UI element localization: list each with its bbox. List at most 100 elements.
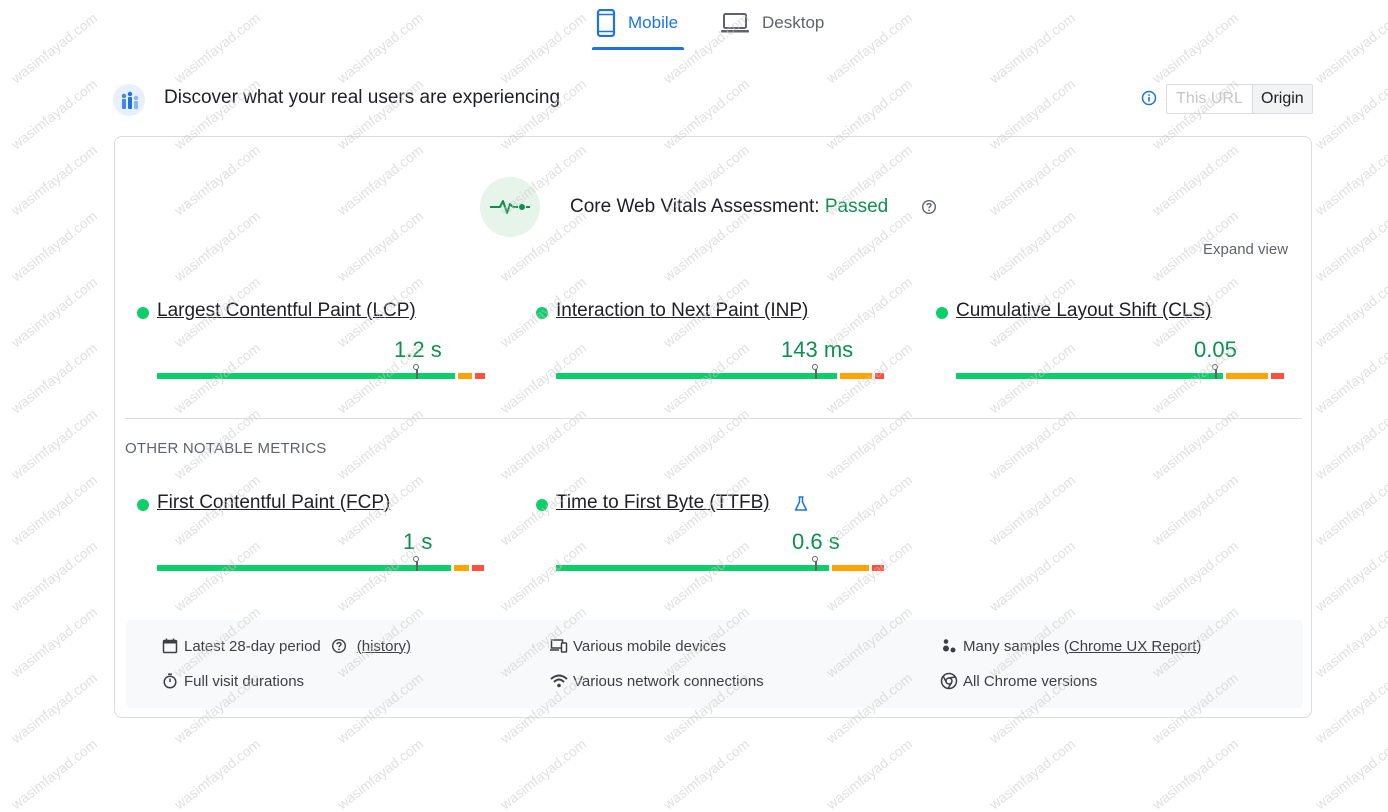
metric-value: 1 s — [403, 529, 433, 554]
watermark-text: wasimfayad.com — [8, 471, 101, 549]
watermark-text: wasimfayad.com — [1312, 273, 1388, 351]
this-url-option[interactable]: This URL — [1167, 85, 1252, 113]
metric-ttfb: Time to First Byte (TTFB) 0.6 s — [536, 492, 884, 582]
page-title: Discover what your real users are experi… — [164, 87, 561, 108]
percentile-marker — [413, 556, 419, 571]
phone-icon — [596, 9, 616, 37]
metric-value: 1.2 s — [394, 337, 442, 362]
status-dot — [536, 307, 548, 319]
percentile-marker — [413, 364, 419, 379]
needs-improvement-segment — [840, 373, 872, 379]
footer-durations: Full visit durations — [161, 672, 304, 690]
poor-segment — [1271, 373, 1284, 379]
network-text: Various network connections — [573, 672, 764, 690]
good-segment — [556, 565, 829, 571]
durations-text: Full visit durations — [184, 672, 305, 690]
distribution-bar — [556, 364, 884, 379]
url-origin-toggle: This URL Origin — [1166, 84, 1313, 114]
metric-name[interactable]: Cumulative Layout Shift (CLS) — [956, 300, 1212, 322]
watermark-text: wasimfayad.com — [823, 9, 916, 87]
experimental-flask-icon[interactable] — [794, 496, 808, 517]
needs-improvement-segment — [832, 565, 869, 571]
status-dot — [137, 307, 149, 319]
tab-mobile[interactable]: Mobile — [592, 0, 684, 50]
watermark-text: wasimfayad.com — [334, 735, 427, 812]
metric-name[interactable]: First Contentful Paint (FCP) — [157, 492, 390, 514]
data-source-footer — [126, 620, 1303, 708]
distribution-bar — [157, 364, 485, 379]
watermark-text: wasimfayad.com — [8, 603, 101, 681]
watermark-text: wasimfayad.com — [8, 9, 101, 87]
metric-name[interactable]: Time to First Byte (TTFB) — [556, 492, 770, 514]
footer-period: Latest 28-day period (history) — [161, 637, 411, 655]
versions-text: All Chrome versions — [963, 672, 1098, 690]
watermark-text: wasimfayad.com — [8, 75, 101, 153]
good-segment — [556, 373, 837, 379]
samples-suffix: ) — [1196, 637, 1202, 655]
watermark-text: wasimfayad.com — [1312, 405, 1388, 483]
footer-devices: Various mobile devices — [550, 637, 726, 655]
metric-value: 143 ms — [781, 337, 854, 362]
status-dot — [137, 499, 149, 511]
chrome-icon — [940, 672, 958, 690]
metric-name[interactable]: Interaction to Next Paint (INP) — [556, 300, 808, 322]
device-tabs: Mobile Desktop — [592, 0, 834, 52]
vitals-pulse-icon — [480, 177, 540, 237]
watermark-text: wasimfayad.com — [1312, 537, 1388, 615]
percentile-marker — [1212, 364, 1218, 379]
period-help-icon[interactable] — [330, 637, 348, 655]
watermark-text: wasimfayad.com — [8, 141, 101, 219]
watermark-text: wasimfayad.com — [1312, 669, 1388, 747]
footer-versions: All Chrome versions — [940, 672, 1097, 690]
expand-view-button[interactable]: Expand view — [1203, 241, 1288, 258]
samples-prefix: Many samples ( — [963, 637, 1069, 655]
chrome-ux-report-link[interactable]: Chrome UX Report — [1069, 638, 1197, 655]
metric-fcp: First Contentful Paint (FCP) 1 s — [137, 492, 485, 582]
watermark-text: wasimfayad.com — [8, 537, 101, 615]
tab-desktop-label: Desktop — [762, 13, 825, 32]
help-icon[interactable] — [921, 199, 937, 220]
good-segment — [956, 373, 1223, 379]
watermark-text: wasimfayad.com — [660, 735, 753, 812]
watermark-text: wasimfayad.com — [1149, 9, 1242, 87]
cwv-assessment: Core Web Vitals Assessment: Passed — [570, 196, 888, 218]
cwv-assessment-label: Core Web Vitals Assessment: — [570, 196, 820, 217]
watermark-text: wasimfayad.com — [1312, 471, 1388, 549]
info-icon[interactable] — [1141, 90, 1157, 111]
watermark-text: wasimfayad.com — [8, 405, 101, 483]
watermark-text: wasimfayad.com — [986, 735, 1079, 812]
distribution-bar — [956, 364, 1284, 379]
tab-mobile-label: Mobile — [628, 13, 679, 32]
watermark-text: wasimfayad.com — [1312, 603, 1388, 681]
poor-segment — [475, 373, 485, 379]
users-icon — [940, 637, 958, 655]
watermark-text: wasimfayad.com — [8, 735, 101, 812]
wifi-icon — [550, 672, 568, 690]
watermark-text: wasimfayad.com — [1312, 339, 1388, 417]
metric-cls: Cumulative Layout Shift (CLS) 0.05 — [936, 300, 1284, 390]
watermark-text: wasimfayad.com — [497, 735, 590, 812]
calendar-icon — [161, 637, 179, 655]
poor-segment — [472, 565, 484, 571]
history-link[interactable]: (history) — [357, 638, 411, 655]
status-dot — [536, 499, 548, 511]
watermark-text: wasimfayad.com — [1312, 735, 1388, 812]
origin-option[interactable]: Origin — [1252, 85, 1312, 113]
poor-segment — [875, 373, 884, 379]
laptop-icon — [720, 12, 750, 34]
watermark-text: wasimfayad.com — [823, 735, 916, 812]
crux-users-icon — [113, 84, 145, 116]
tab-desktop[interactable]: Desktop — [716, 0, 834, 46]
watermark-text: wasimfayad.com — [1149, 735, 1242, 812]
watermark-text: wasimfayad.com — [1312, 141, 1388, 219]
metric-inp: Interaction to Next Paint (INP) 143 ms — [536, 300, 884, 390]
percentile-marker — [812, 364, 818, 379]
footer-samples: Many samples (Chrome UX Report) — [940, 637, 1201, 655]
period-text: Latest 28-day period — [184, 637, 321, 655]
poor-segment — [872, 565, 884, 571]
watermark-text: wasimfayad.com — [1312, 9, 1388, 87]
metric-name[interactable]: Largest Contentful Paint (LCP) — [157, 300, 416, 322]
distribution-bar — [157, 556, 485, 571]
devices-icon — [550, 637, 568, 655]
watermark-text: wasimfayad.com — [8, 273, 101, 351]
